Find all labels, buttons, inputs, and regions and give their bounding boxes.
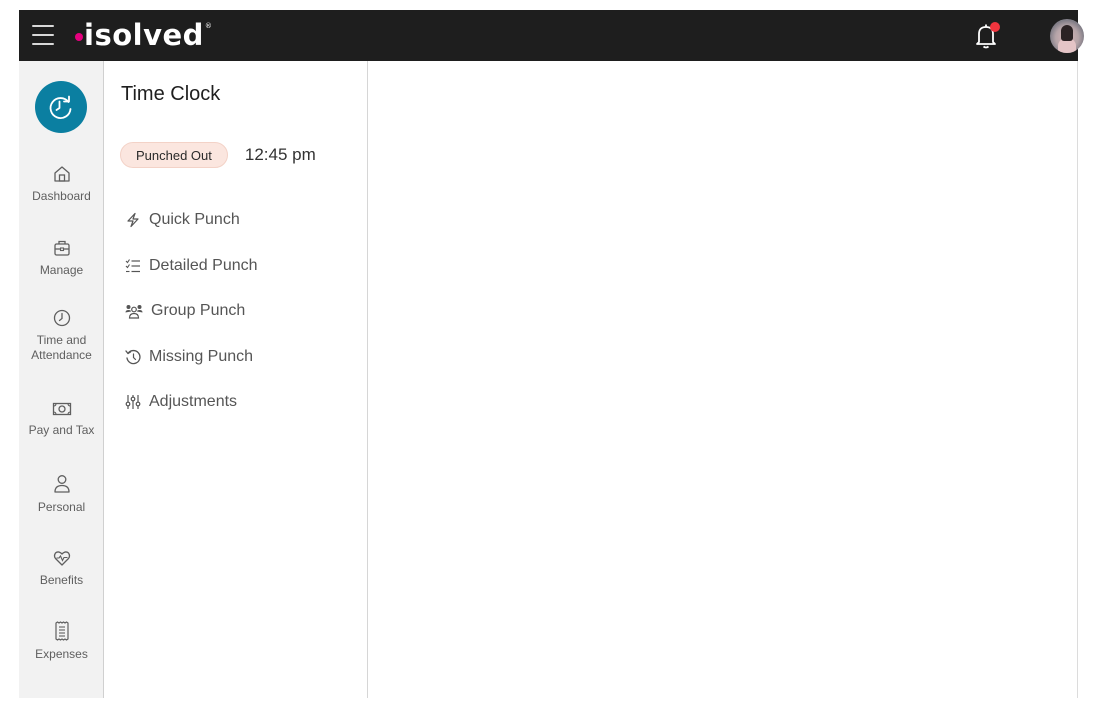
menu-item-quick-punch[interactable]: Quick Punch xyxy=(125,211,240,229)
sidebar-item-dashboard[interactable]: Dashboard xyxy=(19,165,104,204)
menu-item-detailed-punch[interactable]: Detailed Punch xyxy=(125,257,258,275)
sidebar-item-benefits[interactable]: Benefits xyxy=(19,549,104,588)
person-icon xyxy=(53,475,70,493)
menu-item-label: Missing Punch xyxy=(149,348,254,365)
sidebar-item-label: Expenses xyxy=(35,647,88,661)
group-icon xyxy=(125,305,143,319)
receipt-icon xyxy=(54,621,69,641)
status-time: 12:45 pm xyxy=(244,145,316,164)
logo-text: isolved xyxy=(84,18,204,52)
avatar-hair xyxy=(1061,25,1073,41)
panel-title: Time Clock xyxy=(121,83,221,105)
time-clock-icon xyxy=(49,95,72,119)
user-avatar[interactable] xyxy=(1050,19,1084,53)
heart-pulse-icon xyxy=(53,551,70,566)
menu-item-adjustments[interactable]: Adjustments xyxy=(125,393,237,411)
sliders-icon xyxy=(125,395,141,409)
history-icon xyxy=(125,349,141,365)
menu-item-label: Group Punch xyxy=(151,302,246,319)
money-icon xyxy=(52,402,71,416)
sidebar-item-manage[interactable]: Manage xyxy=(19,239,104,278)
left-nav-sidebar: Dashboard Manage Time and Attendance Pay… xyxy=(19,61,104,698)
sidebar-item-expenses[interactable]: Expenses xyxy=(19,621,104,662)
sidebar-item-label: Benefits xyxy=(39,573,84,587)
lightning-icon xyxy=(127,212,139,228)
sidebar-item-time-and-attendance[interactable]: Time and Attendance xyxy=(19,309,104,363)
main-content-area xyxy=(369,61,1078,698)
logo-registered-mark: ® xyxy=(204,22,213,30)
sidebar-item-label: Pay and Tax xyxy=(28,423,95,437)
menu-item-label: Adjustments xyxy=(149,393,238,410)
sidebar-item-label: Dashboard xyxy=(32,189,91,203)
time-clock-panel: Time Clock Punched Out 12:45 pm Quick Pu… xyxy=(105,61,368,698)
notifications-button[interactable] xyxy=(974,22,1002,50)
menu-item-label: Detailed Punch xyxy=(149,257,258,274)
sidebar-item-label: Time and Attendance xyxy=(31,333,92,362)
sidebar-item-label: Personal xyxy=(37,500,86,514)
menu-item-group-punch[interactable]: Group Punch xyxy=(125,302,245,320)
menu-item-missing-punch[interactable]: Missing Punch xyxy=(125,348,253,366)
sidebar-item-pay-and-tax[interactable]: Pay and Tax xyxy=(19,401,104,438)
hamburger-menu-icon[interactable] xyxy=(32,25,54,45)
logo-dot xyxy=(75,33,83,41)
clock-icon xyxy=(53,309,70,327)
home-icon xyxy=(53,166,70,182)
top-bar: isolved ® xyxy=(19,10,1084,61)
notification-badge xyxy=(990,22,1000,32)
time-clock-app-button[interactable] xyxy=(35,81,87,133)
isolved-logo[interactable]: isolved ® xyxy=(75,16,212,54)
menu-item-label: Quick Punch xyxy=(149,211,240,228)
sidebar-item-personal[interactable]: Personal xyxy=(19,474,104,515)
status-badge: Punched Out xyxy=(120,142,228,168)
punch-status-row: Punched Out 12:45 pm xyxy=(120,142,316,168)
briefcase-icon xyxy=(53,240,70,256)
checklist-icon xyxy=(125,259,140,273)
sidebar-item-label: Manage xyxy=(39,263,84,277)
